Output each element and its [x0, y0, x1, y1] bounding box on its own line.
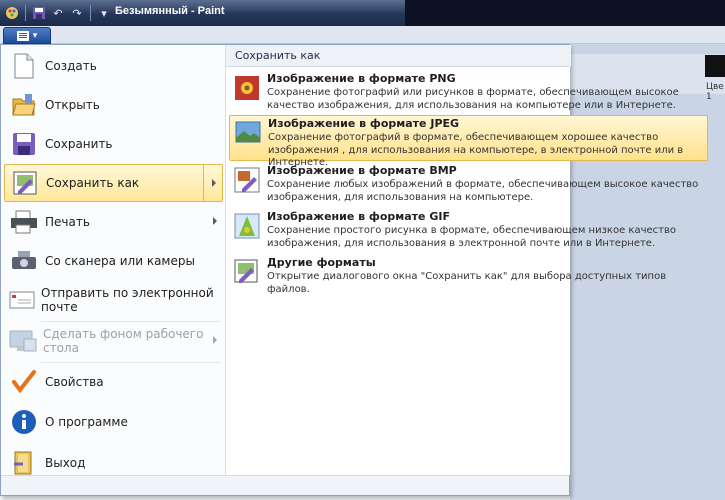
save-as-panel: Сохранить как Изображение в формате PNG …	[225, 45, 708, 475]
menu-item-about[interactable]: О программе	[4, 403, 223, 441]
qat-separator	[90, 5, 91, 21]
menu-item-save-as[interactable]: Сохранить как	[4, 164, 223, 202]
submenu-arrow-icon	[212, 179, 216, 187]
open-folder-icon	[9, 90, 39, 120]
format-description: Сохранение любых изображений в формате, …	[267, 179, 699, 203]
menu-item-new[interactable]: Создать	[4, 47, 223, 85]
menu-commands: Создать Открыть Сохранить Сохранить как	[1, 45, 225, 495]
format-title: Изображение в формате BMP	[267, 164, 457, 177]
format-title: Изображение в формате JPEG	[268, 117, 460, 130]
ribbon-tab-strip	[0, 26, 725, 44]
background-label: Цве 1	[706, 82, 724, 102]
info-icon	[9, 407, 39, 437]
undo-icon[interactable]: ↶	[50, 5, 66, 21]
scanner-icon	[9, 246, 39, 276]
format-other[interactable]: Другие форматы Открытие диалогового окна…	[229, 255, 708, 295]
jpeg-image-icon	[235, 120, 261, 146]
title-bar-right	[405, 0, 725, 26]
format-bmp[interactable]: Изображение в формате BMP Сохранение люб…	[229, 163, 708, 207]
menu-item-print[interactable]: Печать	[4, 203, 223, 241]
menu-item-scanner[interactable]: Со сканера или камеры	[4, 242, 223, 280]
format-gif[interactable]: Изображение в формате GIF Сохранение про…	[229, 209, 708, 253]
new-document-icon	[9, 51, 39, 81]
format-description: Сохранение фотографий или рисунков в фор…	[267, 87, 679, 111]
menu-item-set-desktop-background: Сделать фоном рабочего стола	[4, 322, 223, 360]
desktop-background-icon	[9, 326, 37, 356]
format-title: Изображение в формате PNG	[267, 72, 456, 85]
menu-item-open[interactable]: Открыть	[4, 86, 223, 124]
printer-icon	[9, 207, 39, 237]
window-title: Безымянный - Paint	[115, 5, 225, 17]
gif-image-icon	[234, 213, 260, 239]
application-menu-button[interactable]: ▾	[3, 27, 51, 44]
chevron-down-icon: ▾	[32, 30, 38, 41]
format-title: Изображение в формате GIF	[267, 210, 450, 223]
menu-item-save[interactable]: Сохранить	[4, 125, 223, 163]
format-jpeg[interactable]: Изображение в формате JPEG Сохранение фо…	[229, 115, 708, 168]
menu-icon	[16, 30, 29, 41]
title-bar: ↶ ↷ ▾ Безымянный - Paint	[0, 0, 725, 26]
format-png[interactable]: Изображение в формате PNG Сохранение фот…	[229, 71, 708, 115]
customize-qat-icon[interactable]: ▾	[96, 5, 112, 21]
save-icon[interactable]	[31, 5, 47, 21]
bmp-image-icon	[234, 167, 260, 193]
save-as-header: Сохранить как	[226, 45, 571, 67]
submenu-arrow-icon	[213, 217, 217, 225]
application-menu: Создать Открыть Сохранить Сохранить как	[0, 44, 708, 496]
checkmark-icon	[9, 367, 39, 397]
format-description: Сохранение простого рисунка в формате, о…	[267, 225, 676, 249]
exit-icon	[9, 448, 39, 478]
submenu-arrow-icon	[213, 336, 217, 344]
save-disk-icon	[9, 129, 39, 159]
format-title: Другие форматы	[267, 256, 376, 269]
redo-icon[interactable]: ↷	[69, 5, 85, 21]
png-image-icon	[234, 75, 260, 101]
format-description: Открытие диалогового окна "Сохранить как…	[267, 271, 667, 295]
email-icon	[9, 285, 35, 315]
paint-app-icon[interactable]	[4, 5, 20, 21]
other-formats-icon	[234, 259, 260, 285]
save-as-icon	[10, 168, 40, 198]
menu-item-properties[interactable]: Свойства	[4, 363, 223, 401]
quick-access-toolbar: ↶ ↷ ▾	[4, 4, 112, 22]
qat-separator	[25, 5, 26, 21]
background-color-swatch	[705, 55, 725, 77]
menu-footer	[1, 475, 569, 495]
menu-item-email[interactable]: Отправить по электронной почте	[4, 281, 223, 319]
